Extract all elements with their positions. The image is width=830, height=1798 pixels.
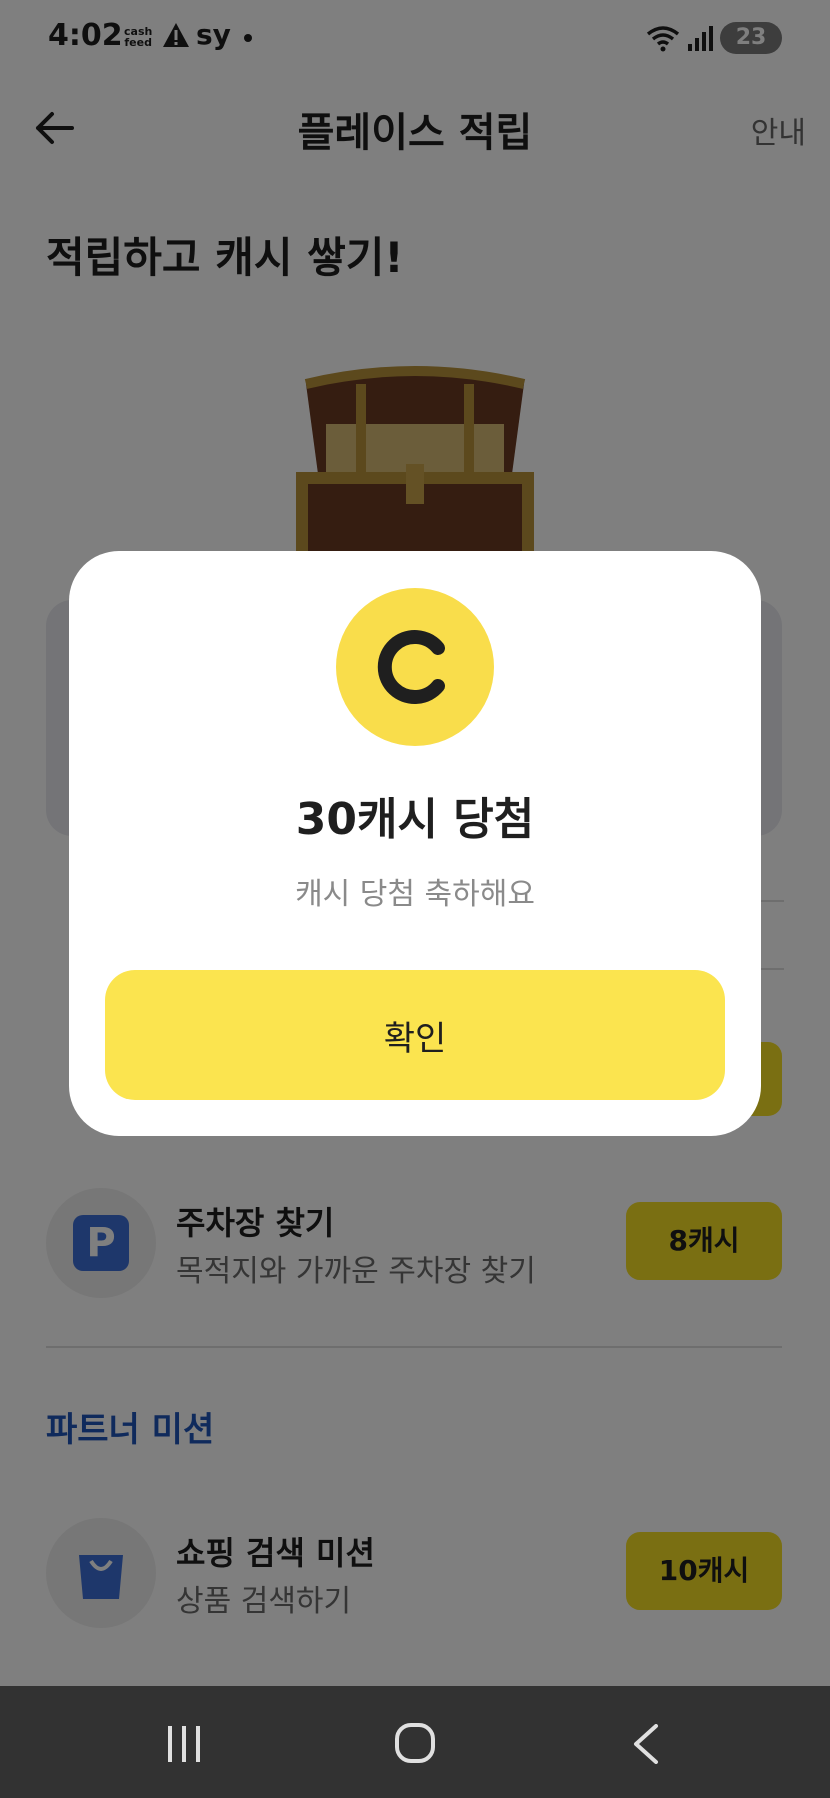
reward-modal: 30캐시 당첨 캐시 당첨 축하해요 확인 (69, 551, 761, 1136)
cash-coin-icon (336, 588, 494, 746)
back-nav-icon[interactable] (630, 1724, 662, 1768)
confirm-button[interactable]: 확인 (105, 970, 725, 1100)
recents-icon[interactable] (164, 1724, 204, 1768)
home-icon[interactable] (394, 1722, 436, 1768)
modal-title: 30캐시 당첨 (295, 794, 535, 845)
modal-subtitle: 캐시 당첨 축하해요 (295, 877, 535, 912)
system-nav-bar (0, 1686, 830, 1798)
